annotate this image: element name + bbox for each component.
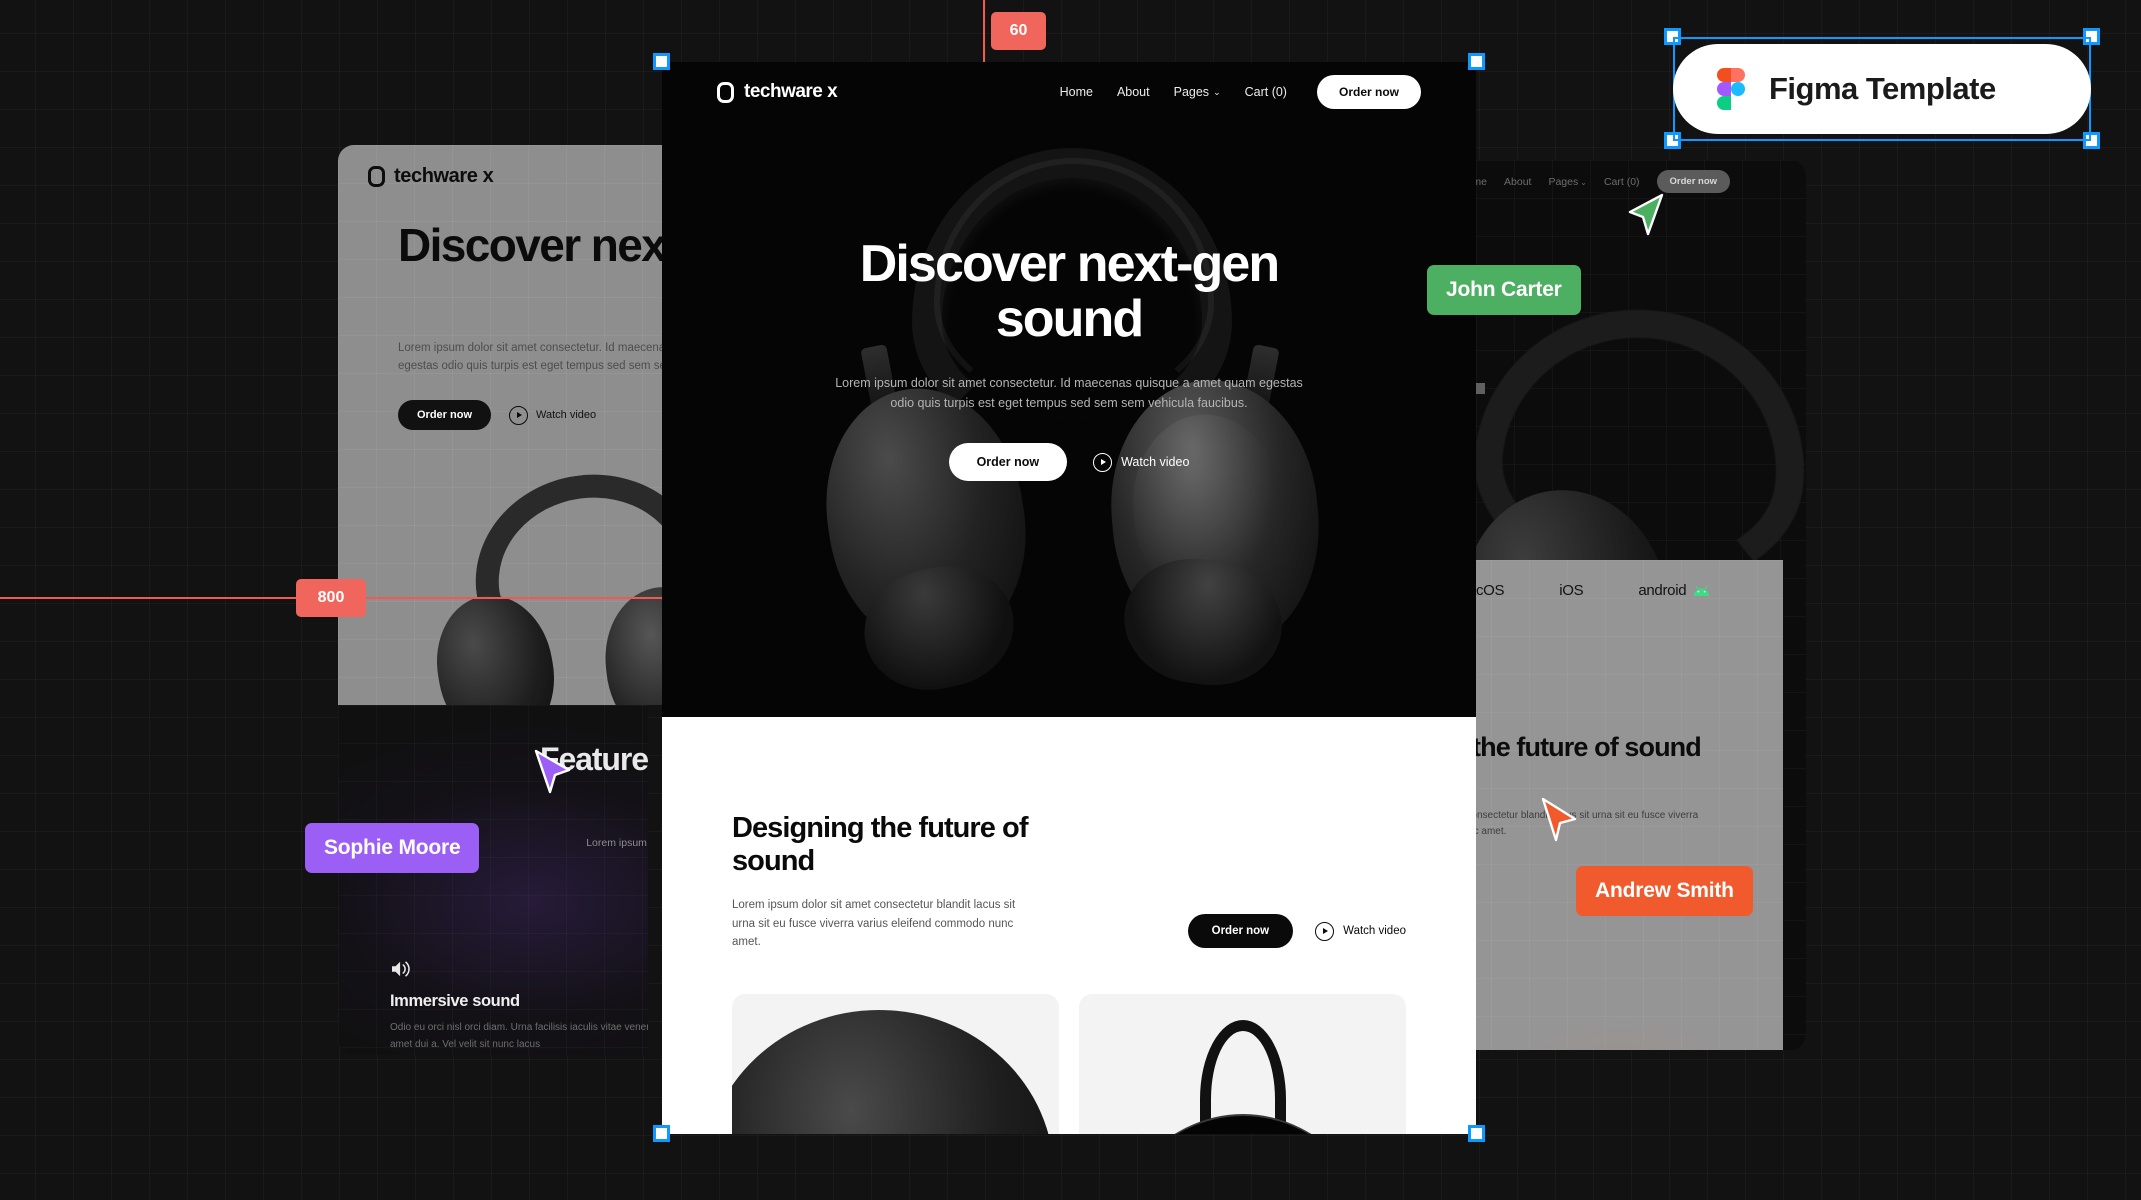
- main-selected-frame[interactable]: techware x Home About Pages ⌄ Cart (0) Or…: [662, 62, 1476, 1134]
- name-tag-andrew-smith: Andrew Smith: [1576, 866, 1753, 916]
- nav-link-pages[interactable]: Pages ⌄: [1174, 85, 1221, 99]
- platform-ios: iOS: [1559, 582, 1584, 599]
- left-card-order-button[interactable]: Order now: [398, 400, 492, 430]
- hero-heading: Discover next-gen sound: [859, 235, 1280, 349]
- left-card-watch-video[interactable]: Watch video: [509, 405, 597, 425]
- left-card-watch-label: Watch video: [536, 409, 597, 421]
- android-icon: [1694, 585, 1710, 596]
- chevron-down-icon: ⌄: [1580, 177, 1587, 187]
- product-card-case[interactable]: [1079, 994, 1406, 1134]
- cursor-sophie-moore: [534, 749, 571, 794]
- selection-handle-top-right[interactable]: [1468, 53, 1485, 70]
- right-card-heading: Designing the future of sound: [1476, 732, 1702, 762]
- right-nav-home[interactable]: Home: [1476, 176, 1487, 188]
- product-grid: [732, 994, 1406, 1134]
- measure-badge-60[interactable]: 60: [991, 12, 1046, 50]
- selection-handle-bottom-left[interactable]: [653, 1125, 670, 1142]
- left-card-paragraph: Lorem ipsum dolor sit amet consectetur. …: [398, 342, 668, 372]
- right-card-light-panel: macOS iOS android Designing the future o…: [1476, 560, 1783, 1050]
- hero-actions: Order now Watch video: [662, 443, 1476, 482]
- platform-android: android: [1638, 582, 1710, 599]
- figma-template-pill[interactable]: Figma Template: [1673, 44, 2091, 134]
- platform-list: macOS iOS android: [1476, 582, 1793, 599]
- figma-logo: [1717, 68, 1745, 110]
- ring-icon: [717, 81, 734, 103]
- hero-watch-video-label: Watch video: [1121, 455, 1190, 470]
- speaker-icon: [392, 961, 410, 977]
- designing-order-now-button[interactable]: Order now: [1187, 914, 1294, 949]
- features-frame[interactable]: Features that impress Lorem ipsum dolor …: [338, 705, 648, 1055]
- platform-macos: macOS: [1476, 582, 1505, 599]
- right-card-tick-mark: [1476, 383, 1485, 394]
- designing-header: Designing the future of sound Lorem ipsu…: [732, 812, 1406, 952]
- right-nav-pages[interactable]: Pages ⌄: [1548, 176, 1586, 188]
- vertical-measure-line: [983, 0, 985, 62]
- feature-paragraph: Odio eu orci nisl orci diam. Urna facili…: [390, 1022, 648, 1050]
- brand-logo[interactable]: techware x: [717, 81, 838, 103]
- nav-link-cart[interactable]: Cart (0): [1245, 85, 1287, 99]
- designing-text-block: Designing the future of sound Lorem ipsu…: [732, 812, 1062, 952]
- name-tag-john-carter: John Carter: [1427, 265, 1581, 315]
- right-nav-cart[interactable]: Cart (0): [1604, 176, 1640, 188]
- designing-heading: Designing the future of sound: [732, 812, 1028, 877]
- designing-section: Designing the future of sound Lorem ipsu…: [662, 717, 1476, 1134]
- designing-paragraph: Lorem ipsum dolor sit amet consectetur b…: [732, 898, 1016, 949]
- left-card-logo-text: techware x: [394, 165, 494, 187]
- main-nav[interactable]: techware x Home About Pages ⌄ Cart (0) Or…: [662, 62, 1476, 122]
- designing-watch-video-link[interactable]: Watch video: [1315, 921, 1406, 941]
- selection-handle-top-left[interactable]: [653, 53, 670, 70]
- right-nav-order-button[interactable]: Order now: [1656, 170, 1731, 193]
- product-card-earcup[interactable]: [732, 994, 1059, 1134]
- right-nav-about[interactable]: About: [1504, 176, 1531, 188]
- nav-link-about[interactable]: About: [1117, 85, 1150, 99]
- figma-template-label: Figma Template: [1769, 71, 1996, 106]
- cursor-andrew-smith: [1541, 797, 1577, 842]
- ring-icon: [368, 166, 385, 187]
- chevron-down-icon: ⌄: [1213, 86, 1221, 97]
- hero-paragraph: Lorem ipsum dolor sit amet consectetur. …: [835, 376, 1303, 411]
- features-paragraph: Lorem ipsum dolor sit amet consectetur s…: [586, 837, 648, 849]
- left-background-frame[interactable]: techware x Discover next-gen sound Lorem…: [338, 145, 668, 705]
- right-card-paragraph: Lorem ipsum dolor sit amet consectetur b…: [1476, 810, 1699, 837]
- brand-name: techware x: [744, 81, 838, 102]
- hero-watch-video-link[interactable]: Watch video: [1093, 452, 1190, 472]
- play-icon: [1093, 452, 1113, 472]
- measure-badge-800[interactable]: 800: [296, 579, 366, 617]
- feature-item: Immersive sound Odio eu orci nisl orci d…: [390, 960, 648, 1053]
- name-tag-sophie-moore: Sophie Moore: [305, 823, 480, 873]
- cursor-john-carter: [1628, 193, 1664, 236]
- nav-links[interactable]: Home About Pages ⌄ Cart (0) Order now: [1060, 75, 1421, 109]
- hero-order-now-button[interactable]: Order now: [948, 443, 1068, 482]
- left-card-actions: Order now Watch video: [398, 400, 596, 430]
- right-card-glow: [1476, 1020, 1786, 1050]
- hero-copy: Discover next-gen sound Lorem ipsum dolo…: [662, 235, 1476, 482]
- designing-watch-video-label: Watch video: [1343, 925, 1406, 938]
- feature-title: Immersive sound: [390, 992, 520, 1010]
- nav-order-now-button[interactable]: Order now: [1316, 75, 1421, 109]
- left-card-headphones-image: [425, 459, 668, 705]
- nav-link-home[interactable]: Home: [1060, 85, 1093, 99]
- left-card-heading: Discover next-gen sound: [398, 219, 668, 271]
- selection-handle-bottom-right[interactable]: [1468, 1125, 1485, 1142]
- left-card-logo: techware x: [368, 165, 494, 188]
- play-icon: [509, 405, 529, 425]
- play-icon: [1315, 921, 1335, 941]
- right-card-nav[interactable]: Home About Pages⌄ Cart (0) Order now: [1476, 170, 1731, 193]
- designing-actions: Order now Watch video: [1187, 914, 1406, 952]
- hero-section: techware x Home About Pages ⌄ Cart (0) Or…: [662, 62, 1476, 717]
